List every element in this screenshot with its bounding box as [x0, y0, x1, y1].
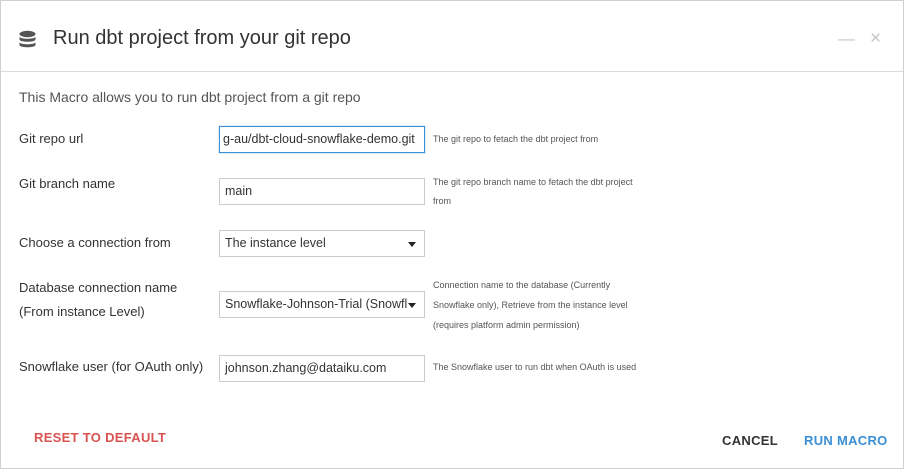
git-repo-url-input[interactable]: g-au/dbt-cloud-snowflake-demo.git [219, 126, 425, 153]
db-connection-help-line1: Connection name to the database (Current… [433, 280, 611, 290]
db-connection-label-line1: Database connection name [19, 280, 178, 295]
git-branch-label: Git branch name [19, 176, 116, 191]
run-macro-button[interactable]: RUN MACRO [804, 433, 888, 448]
git-branch-help-line2: from [433, 196, 451, 206]
chevron-down-icon [408, 303, 416, 308]
db-connection-value: Snowflake-Johnson-Trial (Snowfl [225, 297, 408, 311]
git-branch-value: main [225, 184, 253, 198]
database-icon [19, 30, 36, 48]
db-connection-select[interactable]: Snowflake-Johnson-Trial (Snowfl [219, 291, 425, 318]
git-repo-url-value: g-au/dbt-cloud-snowflake-demo.git [223, 132, 415, 146]
git-branch-input[interactable]: main [219, 178, 425, 205]
chevron-down-icon [408, 242, 416, 247]
snowflake-user-label: Snowflake user (for OAuth only) [19, 359, 204, 374]
minimize-button[interactable]: — [838, 29, 855, 49]
snowflake-user-input[interactable]: johnson.zhang@dataiku.com [219, 355, 425, 382]
db-connection-help-line3: (requires platform admin permission) [433, 320, 580, 330]
git-branch-help-line1: The git repo branch name to fetach the d… [433, 177, 633, 187]
run-macro-dialog: Run dbt project from your git repo — × T… [0, 0, 904, 469]
git-repo-url-help: The git repo to fetach the dbt project f… [433, 134, 599, 144]
db-connection-help-line2: Snowflake only), Retrieve from the insta… [433, 300, 628, 310]
db-connection-label-line2: (From instance Level) [19, 304, 145, 319]
dialog-title: Run dbt project from your git repo [53, 27, 351, 49]
connection-from-select[interactable]: The instance level [219, 230, 425, 257]
close-button[interactable]: × [870, 29, 881, 49]
git-repo-url-label: Git repo url [19, 131, 84, 146]
intro-text: This Macro allows you to run dbt project… [19, 89, 361, 105]
connection-from-label: Choose a connection from [19, 235, 171, 250]
snowflake-user-help: The Snowflake user to run dbt when OAuth… [433, 362, 637, 372]
snowflake-user-value: johnson.zhang@dataiku.com [225, 361, 387, 375]
dialog-header: Run dbt project from your git repo — × [1, 1, 903, 72]
connection-from-value: The instance level [225, 236, 326, 250]
cancel-button[interactable]: CANCEL [722, 433, 778, 448]
reset-to-default-button[interactable]: RESET TO DEFAULT [34, 430, 166, 445]
